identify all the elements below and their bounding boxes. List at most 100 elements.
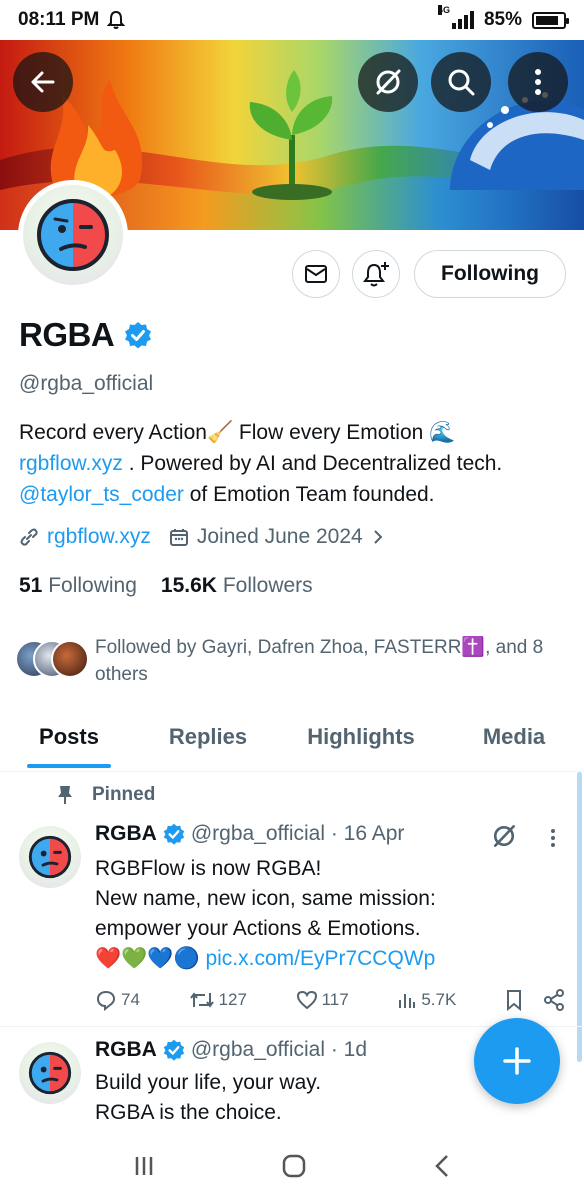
- battery-icon: [532, 11, 569, 29]
- post-header: RGBA @rgba_official · 1d: [95, 1038, 367, 1062]
- pinned-indicator: Pinned: [56, 784, 155, 806]
- views-icon: [399, 994, 416, 1008]
- plus-icon: [503, 1047, 531, 1075]
- status-time: 08:11 PM: [18, 9, 100, 30]
- tab-label: Highlights: [307, 724, 415, 749]
- hearts-emoji: ❤️💚💙🔵: [95, 947, 200, 970]
- share-actions: [505, 989, 565, 1011]
- post-avatar[interactable]: [19, 1042, 81, 1104]
- rgba-logo-icon: [37, 199, 109, 271]
- tab-posts[interactable]: Posts: [0, 706, 138, 768]
- post-line: New name, new icon, same mission:: [95, 887, 436, 910]
- link-icon: [20, 528, 38, 546]
- search-button[interactable]: [431, 52, 491, 112]
- post-line: RGBA is the choice.: [95, 1101, 282, 1124]
- followers-label: Followers: [222, 574, 313, 597]
- active-tab-indicator: [27, 764, 111, 768]
- post-actions: 74 127 117 5.7K: [95, 986, 565, 1014]
- signal-icon: 4G: [437, 5, 474, 29]
- grok-icon[interactable]: [490, 822, 518, 850]
- joined-date: Joined June 2024: [196, 525, 363, 548]
- post-header: RGBA @rgba_official · 16 Apr: [95, 822, 404, 846]
- grok-icon: [376, 69, 401, 95]
- bio-link[interactable]: rgbflow.xyz: [19, 452, 123, 475]
- rgba-logo-icon: [28, 835, 72, 879]
- calendar-icon: [169, 529, 188, 546]
- tab-highlights[interactable]: Highlights: [278, 706, 444, 768]
- bio-text: . Powered by AI and Decentralized tech.: [122, 452, 503, 475]
- views-button[interactable]: 5.7K: [397, 990, 456, 1010]
- verified-badge-icon[interactable]: [124, 321, 152, 349]
- verified-badge-icon: [163, 1039, 185, 1061]
- post-line: RGBFlow is now RGBA!: [95, 857, 322, 880]
- bio-text: Record every Action: [19, 421, 207, 444]
- share-icon[interactable]: [543, 989, 565, 1011]
- followers-count: 15.6K: [160, 574, 217, 597]
- display-name: RGBA: [19, 316, 115, 353]
- reply-button[interactable]: 74: [95, 989, 140, 1011]
- alarm-icon: [107, 10, 126, 29]
- like-button[interactable]: 117: [296, 990, 349, 1010]
- compose-post-button[interactable]: [474, 1018, 560, 1104]
- like-count: 117: [321, 990, 349, 1009]
- notify-button[interactable]: [352, 250, 400, 298]
- more-vertical-icon: [535, 69, 541, 95]
- followed-by[interactable]: Followed by Gayri, Dafren Zhoa, FASTERR✝…: [15, 634, 570, 688]
- grok-button[interactable]: [358, 52, 418, 112]
- system-nav-bar: [0, 1132, 584, 1200]
- search-icon: [448, 69, 475, 96]
- follow-stats: 51 Following 15.6K Followers: [19, 574, 313, 598]
- chevron-right-icon: [373, 530, 383, 544]
- more-button[interactable]: [508, 52, 568, 112]
- profile-name-row: RGBA: [19, 316, 152, 354]
- back-button[interactable]: [13, 52, 73, 112]
- post-more-icon[interactable]: [550, 828, 556, 848]
- profile-tabs: Posts Replies Highlights Media: [0, 706, 584, 772]
- repost-icon: [189, 992, 214, 1008]
- bookmark-icon[interactable]: [505, 989, 523, 1011]
- bio-mention[interactable]: @taylor_ts_coder: [19, 483, 184, 506]
- follower-facepile: [15, 640, 89, 680]
- followers-stat[interactable]: 15.6K Followers: [161, 574, 313, 598]
- following-button[interactable]: Following: [414, 250, 566, 298]
- followed-by-text: Followed by Gayri, Dafren Zhoa, FASTERR✝…: [95, 637, 544, 685]
- back-arrow-icon: [31, 71, 55, 93]
- message-button[interactable]: [292, 250, 340, 298]
- bio-text: of Emotion Team founded.: [183, 483, 435, 506]
- battery-percent: 85%: [483, 9, 522, 30]
- tab-media[interactable]: Media: [444, 706, 584, 768]
- repost-button[interactable]: 127: [189, 989, 247, 1011]
- rgba-logo-icon: [28, 1051, 72, 1095]
- media-link[interactable]: pic.x.com/EyPr7CCQWp: [205, 947, 435, 970]
- scrollbar[interactable]: [577, 772, 582, 1062]
- tab-label: Media: [482, 724, 546, 749]
- heart-icon: [296, 990, 317, 1010]
- reply-icon: [96, 990, 116, 1011]
- post-line: empower your Actions & Emotions.: [95, 917, 421, 940]
- bio-text: Flow every Emotion: [233, 421, 424, 444]
- joined-info[interactable]: Joined June 2024: [169, 525, 385, 549]
- wave-emoji: 🌊: [429, 421, 456, 444]
- tab-replies[interactable]: Replies: [138, 706, 278, 768]
- pin-icon: [58, 786, 72, 804]
- profile-meta: rgbflow.xyz Joined June 2024: [19, 525, 403, 549]
- recent-apps-icon[interactable]: [132, 1154, 156, 1178]
- post-author-name[interactable]: RGBA: [95, 822, 157, 846]
- bell-plus-icon: [363, 262, 389, 287]
- home-icon[interactable]: [281, 1153, 307, 1179]
- back-nav-icon[interactable]: [432, 1153, 452, 1179]
- following-stat[interactable]: 51 Following: [19, 574, 137, 598]
- post-body: RGBFlow is now RGBA! New name, new icon,…: [95, 854, 545, 974]
- follower-avatar: [51, 640, 89, 678]
- tab-label: Posts: [39, 724, 99, 749]
- profile-avatar[interactable]: [18, 180, 128, 290]
- post-author-name[interactable]: RGBA: [95, 1038, 157, 1062]
- following-label: Following: [48, 574, 137, 597]
- verified-badge-icon: [163, 823, 185, 845]
- mail-icon: [305, 265, 327, 283]
- post-avatar[interactable]: [19, 826, 81, 888]
- website-link[interactable]: rgbflow.xyz: [47, 525, 151, 549]
- tab-label: Replies: [168, 724, 248, 749]
- post-handle-time: @rgba_official · 16 Apr: [190, 822, 405, 845]
- profile-bio: Record every Action🧹 Flow every Emotion …: [19, 417, 567, 510]
